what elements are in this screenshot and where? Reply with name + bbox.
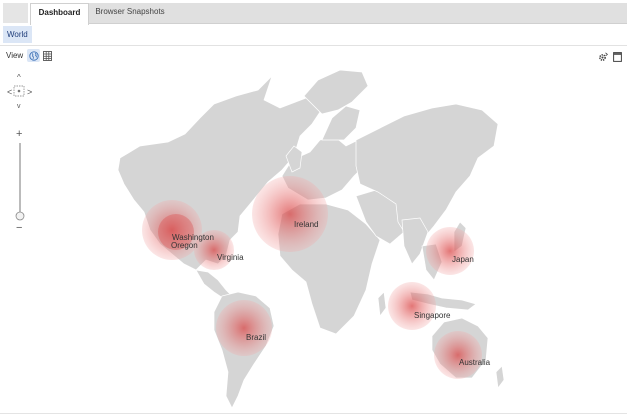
madagascar-shape <box>377 291 387 317</box>
pan-down-button[interactable]: v <box>17 103 21 110</box>
maximize-button[interactable] <box>612 52 622 62</box>
label-japan: Japan <box>452 255 474 264</box>
bubble-australia[interactable] <box>434 331 482 379</box>
label-brazil: Brazil <box>246 333 266 342</box>
world-map[interactable]: Washington Oregon Virginia Ireland Japan… <box>0 62 627 414</box>
gear-icon <box>599 52 608 61</box>
bubble-singapore[interactable] <box>388 282 436 330</box>
view-label: View <box>6 51 24 60</box>
zoom-slider-handle[interactable] <box>15 211 25 221</box>
bubble-brazil[interactable] <box>216 300 272 356</box>
label-australia: Australia <box>459 358 491 367</box>
bubble-ireland[interactable] <box>252 176 328 252</box>
pan-center-dot <box>17 89 21 93</box>
label-ireland: Ireland <box>294 220 318 229</box>
map-controls: ^ < > v + − <box>7 73 32 234</box>
pan-right-button[interactable]: > <box>27 87 32 97</box>
tab-bar: Dashboard Browser Snapshots <box>0 0 627 25</box>
pan-left-button[interactable]: < <box>7 87 12 97</box>
table-view-button[interactable] <box>41 49 54 62</box>
bubble-japan[interactable] <box>426 227 474 275</box>
new-zealand-shape <box>495 365 505 389</box>
zoom-out-button[interactable]: − <box>16 222 22 234</box>
settings-button[interactable] <box>598 52 608 62</box>
globe-view-button[interactable] <box>27 49 40 62</box>
table-icon <box>43 50 52 61</box>
tab-bar-corner <box>3 3 28 23</box>
tab-dashboard[interactable]: Dashboard <box>30 3 89 25</box>
tab-world[interactable]: World <box>3 26 32 43</box>
pan-up-button[interactable]: ^ <box>17 73 21 82</box>
sub-tab-bar: World <box>0 24 627 46</box>
label-oregon: Oregon <box>171 241 198 250</box>
zoom-in-button[interactable]: + <box>16 128 22 140</box>
bottom-divider <box>0 413 627 414</box>
tab-browser-snapshots[interactable]: Browser Snapshots <box>90 3 170 23</box>
maximize-icon <box>612 52 622 62</box>
label-singapore: Singapore <box>414 311 451 320</box>
globe-icon <box>28 50 39 61</box>
label-virginia: Virginia <box>217 253 244 262</box>
